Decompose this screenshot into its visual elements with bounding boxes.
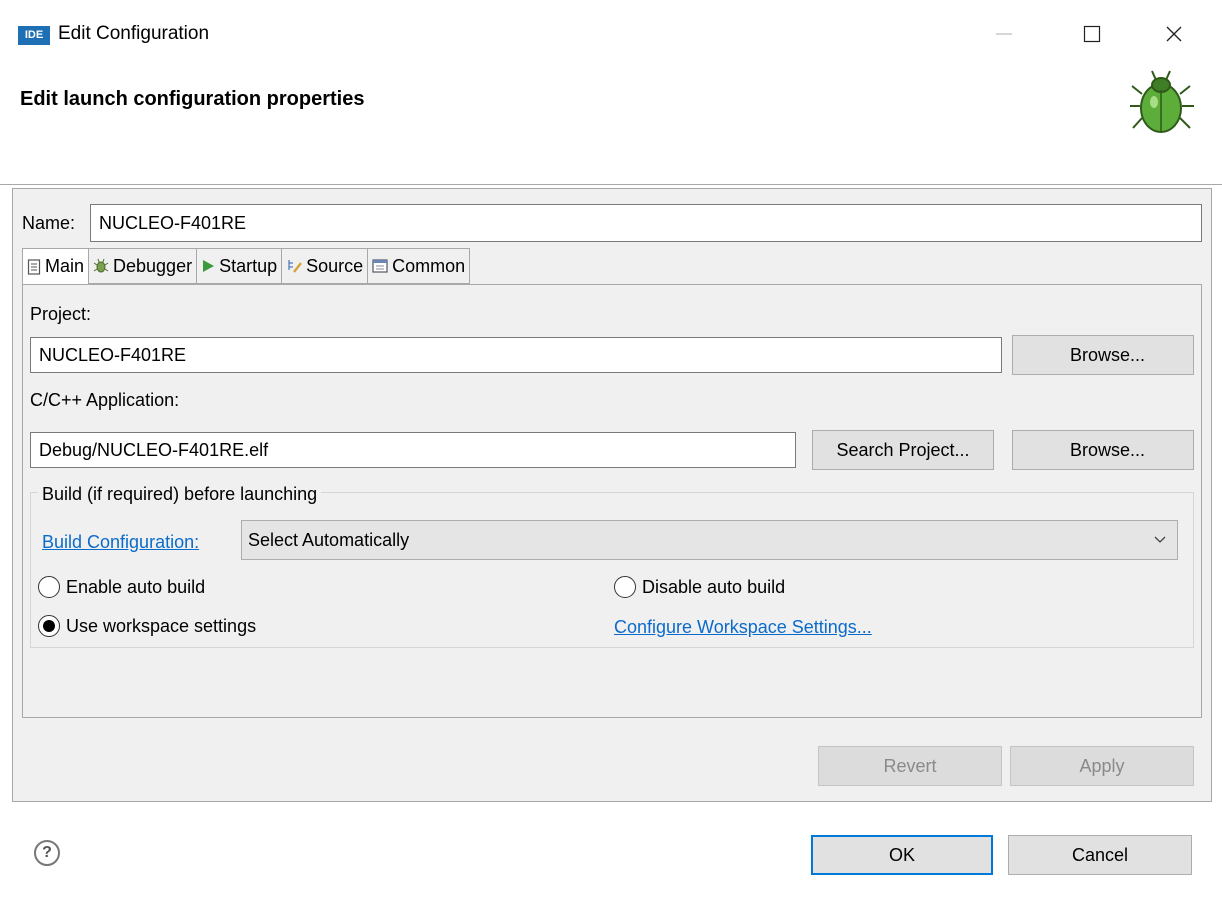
document-icon [27, 258, 41, 275]
use-workspace-settings-label: Use workspace settings [66, 615, 257, 636]
build-configuration-link[interactable]: Build Configuration: [42, 530, 199, 554]
disable-auto-build-radio[interactable] [614, 576, 636, 598]
configure-workspace-settings-link[interactable]: Configure Workspace Settings... [614, 615, 872, 639]
apply-button[interactable]: Apply [1010, 746, 1194, 786]
tab-strip: Main Debugger Startup Source Common [22, 248, 471, 285]
tab-common-label: Common [392, 255, 466, 276]
tab-startup-label: Startup [219, 255, 278, 276]
bug-icon [1128, 68, 1198, 138]
cancel-button[interactable]: Cancel [1008, 835, 1192, 875]
project-label: Project: [30, 304, 92, 324]
chevron-down-icon [1154, 536, 1166, 543]
build-configuration-value: Select Automatically [248, 529, 410, 550]
common-icon [372, 259, 388, 273]
tab-main[interactable]: Main [22, 248, 89, 285]
header-separator [0, 184, 1222, 185]
application-browse-button[interactable]: Browse... [1012, 430, 1194, 470]
tab-common[interactable]: Common [367, 248, 471, 284]
enable-auto-build-label: Enable auto build [66, 576, 206, 597]
use-workspace-settings-option[interactable]: Use workspace settings [38, 615, 256, 637]
use-workspace-settings-radio[interactable] [38, 615, 60, 637]
enable-auto-build-option[interactable]: Enable auto build [38, 576, 205, 598]
maximize-icon[interactable] [1068, 10, 1116, 58]
tab-debugger-label: Debugger [113, 255, 193, 276]
page-title: Edit launch configuration properties [20, 88, 365, 110]
project-input[interactable]: NUCLEO-F401RE [30, 337, 1002, 373]
ide-logo-icon: IDE [18, 26, 50, 45]
disable-auto-build-label: Disable auto build [642, 576, 786, 597]
minimize-icon[interactable] [980, 10, 1028, 58]
window-title: Edit Configuration [58, 23, 210, 44]
debugger-icon [93, 258, 109, 273]
help-icon[interactable]: ? [34, 840, 60, 866]
name-input[interactable]: NUCLEO-F401RE [90, 204, 1202, 242]
ok-button[interactable]: OK [811, 835, 993, 875]
build-group-legend: Build (if required) before launching [38, 482, 322, 506]
search-project-button[interactable]: Search Project... [812, 430, 994, 470]
enable-auto-build-radio[interactable] [38, 576, 60, 598]
tab-startup[interactable]: Startup [196, 248, 282, 284]
tab-debugger[interactable]: Debugger [88, 248, 197, 284]
project-browse-button[interactable]: Browse... [1012, 335, 1194, 375]
application-input[interactable]: Debug/NUCLEO-F401RE.elf [30, 432, 796, 468]
disable-auto-build-option[interactable]: Disable auto build [614, 576, 785, 598]
name-label: Name: [22, 213, 76, 233]
play-icon [203, 260, 215, 272]
tab-source-label: Source [306, 255, 364, 276]
tab-main-label: Main [45, 256, 85, 276]
revert-button[interactable]: Revert [818, 746, 1002, 786]
tab-source[interactable]: Source [281, 248, 368, 284]
source-icon [288, 260, 303, 273]
close-icon[interactable] [1150, 10, 1198, 58]
build-configuration-select[interactable]: Select Automatically [241, 520, 1178, 560]
radio-selected-dot [43, 620, 55, 632]
application-label: C/C++ Application: [30, 390, 180, 410]
